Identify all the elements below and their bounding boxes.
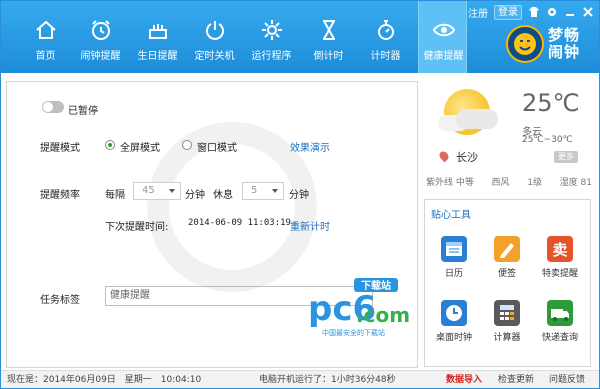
minimize-icon[interactable] bbox=[564, 6, 576, 18]
tab-countdown-label: 倒计时 bbox=[313, 51, 344, 62]
stopwatch-icon bbox=[378, 20, 394, 40]
notepad-icon bbox=[494, 236, 520, 262]
tab-shutdown-label: 定时关机 bbox=[194, 51, 235, 62]
desktop-clock-icon bbox=[441, 300, 467, 326]
current-datetime: 现在是：2014年06月09日 星期一 10:04:10 bbox=[7, 375, 202, 385]
wind-direction: 西风 bbox=[491, 178, 510, 188]
window-mode-radio[interactable] bbox=[182, 140, 192, 150]
location-pin-icon bbox=[437, 149, 451, 163]
mode-label: 提醒模式 bbox=[40, 143, 80, 154]
pc6-slogan: 中国最安全的下载站 bbox=[322, 328, 385, 337]
demo-link[interactable]: 效果演示 bbox=[290, 139, 330, 154]
tools-panel: 贴心工具 日历 便签 卖 特卖提醒 桌面时钟 计算器 快递查询 bbox=[424, 199, 591, 367]
weather-widget[interactable]: 25℃ 多云 25℃~30℃ 长沙 更多 紫外线 中等 西风 1级 湿度 81 bbox=[424, 81, 594, 193]
next-time-label: 下次提醒时间: bbox=[105, 222, 169, 233]
city-name[interactable]: 长沙 bbox=[456, 149, 478, 165]
tools-title: 贴心工具 bbox=[431, 210, 471, 221]
alarm-clock-icon bbox=[92, 20, 110, 40]
tab-home-label: 首页 bbox=[35, 51, 56, 62]
tab-shutdown[interactable]: 定时关机 bbox=[190, 1, 239, 73]
tool-calendar[interactable]: 日历 bbox=[428, 236, 480, 286]
rest-value: 5 bbox=[251, 185, 258, 196]
calculator-icon bbox=[494, 300, 520, 326]
every-label: 每隔 bbox=[105, 190, 125, 201]
top-navigation-bar: 首页 闹钟提醒 生日提醒 定时关机 运行程序 倒计时 计时器 健康提醒 注册 登… bbox=[1, 1, 599, 73]
tool-calculator[interactable]: 计算器 bbox=[481, 300, 533, 350]
tab-health-reminder-label: 健康提醒 bbox=[423, 51, 464, 62]
interval-value: 45 bbox=[142, 185, 155, 196]
tab-birthday-label: 生日提醒 bbox=[137, 51, 178, 62]
weather-more-button[interactable]: 更多 bbox=[554, 151, 578, 163]
app-window: 首页 闹钟提醒 生日提醒 定时关机 运行程序 倒计时 计时器 健康提醒 注册 登… bbox=[0, 0, 600, 389]
wind-level: 1级 bbox=[527, 178, 542, 188]
chevron-down-icon bbox=[169, 189, 175, 193]
home-icon bbox=[36, 20, 56, 39]
humidity: 湿度 81 bbox=[559, 178, 592, 188]
top-links: 注册 登录 bbox=[468, 4, 594, 20]
data-import-link[interactable]: 数据导入 bbox=[446, 371, 482, 388]
frequency-label: 提醒频率 bbox=[40, 190, 80, 201]
rest-select[interactable]: 5 bbox=[242, 182, 284, 200]
window-mode-label[interactable]: 窗口模式 bbox=[197, 139, 237, 154]
pc6-com: .com bbox=[356, 303, 410, 327]
tool-sale-reminder[interactable]: 卖 特卖提醒 bbox=[534, 236, 586, 286]
gear-icon bbox=[262, 20, 282, 40]
pause-toggle[interactable] bbox=[42, 101, 64, 113]
eye-icon bbox=[432, 23, 456, 37]
check-update-link[interactable]: 检查更新 bbox=[498, 371, 534, 388]
tool-express-query[interactable]: 快递查询 bbox=[534, 300, 586, 350]
login-button[interactable]: 登录 bbox=[494, 4, 522, 20]
svg-text:卖: 卖 bbox=[552, 241, 567, 259]
tab-run-program-label: 运行程序 bbox=[251, 51, 292, 62]
tab-alarm-label: 闹钟提醒 bbox=[80, 51, 121, 62]
close-icon[interactable] bbox=[582, 6, 594, 18]
feedback-link[interactable]: 问题反馈 bbox=[549, 371, 585, 388]
weather-stats: 紫外线 中等 西风 1级 湿度 81 bbox=[424, 175, 594, 188]
tool-notepad[interactable]: 便签 bbox=[481, 236, 533, 286]
tab-countdown[interactable]: 倒计时 bbox=[304, 1, 353, 73]
tab-timer-label: 计时器 bbox=[370, 51, 401, 62]
uv-index: 紫外线 中等 bbox=[426, 178, 474, 188]
calendar-icon bbox=[441, 236, 467, 262]
chevron-down-icon bbox=[272, 189, 278, 193]
fullscreen-mode-radio[interactable] bbox=[105, 140, 115, 150]
rest-minute-label: 分钟 bbox=[289, 190, 309, 201]
brand-name: 梦畅 闹钟 bbox=[548, 26, 581, 61]
task-tag-label: 任务标签 bbox=[40, 295, 80, 306]
cloud-icon bbox=[456, 109, 498, 129]
tab-home[interactable]: 首页 bbox=[21, 1, 70, 73]
temperature: 25℃ bbox=[522, 89, 580, 117]
rest-label: 休息 bbox=[213, 190, 233, 201]
tab-health-reminder[interactable]: 健康提醒 bbox=[418, 1, 467, 73]
fullscreen-mode-label[interactable]: 全屏模式 bbox=[120, 139, 160, 154]
pause-status-label: 已暂停 bbox=[68, 106, 98, 117]
temperature-range: 25℃~30℃ bbox=[522, 135, 573, 145]
tab-run-program[interactable]: 运行程序 bbox=[247, 1, 296, 73]
tab-birthday[interactable]: 生日提醒 bbox=[133, 1, 182, 73]
interval-select[interactable]: 45 bbox=[133, 182, 181, 200]
minute-label: 分钟 bbox=[185, 190, 205, 201]
settings-gear-icon[interactable] bbox=[546, 6, 558, 18]
status-bar: 现在是：2014年06月09日 星期一 10:04:10 电脑开机运行了：1小时… bbox=[1, 370, 599, 388]
next-time-value: 2014-06-09 11:03:19 bbox=[188, 218, 291, 228]
alarm-clock-logo-icon bbox=[506, 25, 544, 63]
uptime-text: 电脑开机运行了：1小时36分48秒 bbox=[259, 375, 396, 385]
hourglass-icon bbox=[323, 20, 335, 40]
tab-timer[interactable]: 计时器 bbox=[361, 1, 410, 73]
pc6-watermark-logo: 下载站 pc6 .com 中国最安全的下载站 bbox=[308, 276, 418, 346]
power-icon bbox=[206, 21, 224, 40]
reset-timer-link[interactable]: 重新计时 bbox=[290, 218, 330, 233]
register-link[interactable]: 注册 bbox=[468, 5, 488, 20]
express-icon bbox=[547, 300, 573, 326]
tab-alarm[interactable]: 闹钟提醒 bbox=[76, 1, 125, 73]
birthday-cake-icon bbox=[149, 24, 167, 39]
brand-logo: 梦畅 闹钟 bbox=[506, 25, 596, 65]
sale-icon: 卖 bbox=[547, 236, 573, 262]
tool-desktop-clock[interactable]: 桌面时钟 bbox=[428, 300, 480, 350]
skin-icon[interactable] bbox=[528, 6, 540, 18]
